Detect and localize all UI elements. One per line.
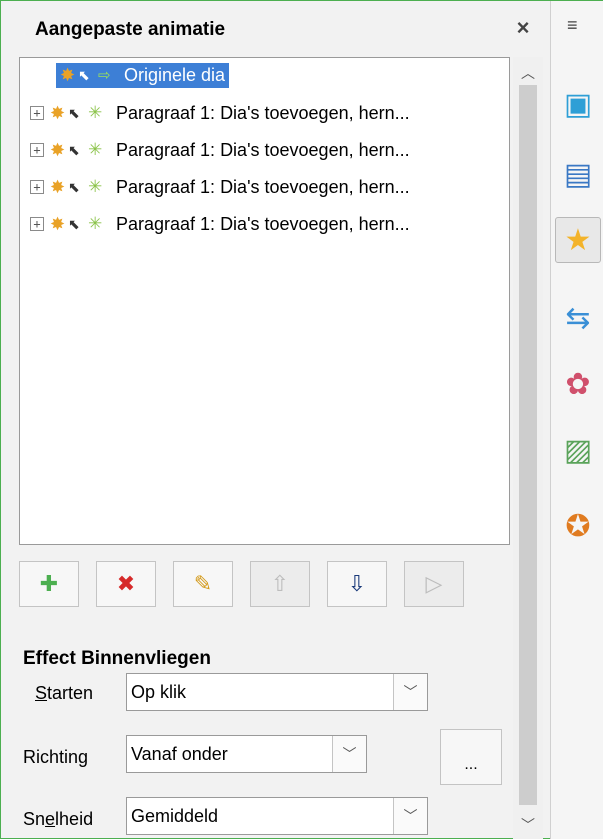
burst-icon: ✳: [88, 103, 103, 122]
list-item-label: Originele dia: [124, 64, 226, 85]
sidebar-item-master-slides[interactable]: ▤: [555, 151, 601, 197]
edit-icon: ✎: [193, 571, 213, 596]
star-icon: ★: [564, 223, 592, 257]
direction-label: Richting: [23, 747, 89, 767]
move-down-button[interactable]: ⇩: [327, 561, 387, 607]
cursor-icon: ⬉: [68, 215, 80, 232]
expand-icon[interactable]: +: [30, 180, 44, 194]
arrow-up-icon: ⇧: [270, 571, 290, 596]
arrow-down-icon: ⇩: [347, 571, 367, 596]
panel-title: Aangepaste animatie: [35, 19, 226, 40]
cursor-icon: ⬉: [68, 104, 80, 121]
slide-arrow-icon: ⇨: [98, 67, 111, 84]
expand-icon[interactable]: +: [30, 106, 44, 120]
transition-icon: ⇆: [565, 301, 591, 335]
burst-icon: ✳: [88, 140, 103, 159]
cursor-icon: ⬉: [68, 141, 80, 158]
plus-icon: ✚: [39, 571, 59, 596]
delete-icon: ✖: [116, 571, 136, 596]
speed-select-value: Gemiddeld: [131, 805, 219, 826]
play-button[interactable]: ▷: [404, 561, 464, 607]
more-options-button[interactable]: ...: [440, 729, 502, 785]
list-item-label: Paragraaf 1: Dia's toevoegen, hern...: [116, 176, 410, 197]
sidebar-item-gallery[interactable]: ▨: [555, 427, 601, 473]
list-item-originele-dia[interactable]: ✸ ⬉ ⇨ Originele dia: [20, 60, 230, 90]
star-icon: ✸: [50, 102, 66, 123]
play-icon: ▷: [425, 571, 443, 596]
list-item-label: Paragraaf 1: Dia's toevoegen, hern...: [116, 139, 410, 160]
sidebar-item-slide-transition[interactable]: ⇆: [555, 295, 601, 341]
cursor-icon: ⬉: [68, 178, 80, 195]
animation-list[interactable]: ✸ ⬉ ⇨ Originele dia + ✸ ⬉ ✳ Paragraaf 1:…: [19, 57, 510, 545]
cube-icon: ▣: [563, 87, 593, 121]
expand-icon[interactable]: +: [30, 143, 44, 157]
start-label: Starten: [35, 683, 94, 703]
selected-row[interactable]: ✸ ⬉ ⇨ Originele dia: [56, 62, 230, 88]
chevron-down-icon[interactable]: ﹀: [393, 674, 427, 710]
chevron-down-icon[interactable]: ﹀: [393, 798, 427, 834]
star-icon: ✸: [50, 176, 66, 197]
scroll-down-icon[interactable]: ﹀: [521, 815, 535, 835]
start-select-value: Op klik: [131, 681, 187, 702]
list-item[interactable]: + ✸ ⬉ ✳ Paragraaf 1: Dia's toevoegen, he…: [20, 98, 410, 128]
scroll-up-icon[interactable]: ︿: [521, 63, 535, 83]
speed-label: Snelheid: [23, 809, 94, 829]
sidebar-item-properties[interactable]: ▣: [555, 81, 601, 127]
panel-scrollbar[interactable]: ︿ ﹀: [513, 57, 543, 839]
cursor-icon: ⬉: [78, 66, 90, 83]
compass-icon: ✪: [565, 509, 591, 543]
sidebar-tab-bar: ≡ ▣ ▤ ★ ⇆ ✿ ▨ ✪: [550, 1, 603, 839]
list-item-label: Paragraaf 1: Dia's toevoegen, hern...: [116, 102, 410, 123]
sidebar-item-custom-animation[interactable]: ★: [555, 217, 601, 263]
edit-effect-button[interactable]: ✎: [173, 561, 233, 607]
effect-section-title: Effect Binnenvliegen: [23, 648, 211, 669]
move-up-button[interactable]: ⇧: [250, 561, 310, 607]
list-item[interactable]: + ✸ ⬉ ✳ Paragraaf 1: Dia's toevoegen, he…: [20, 209, 410, 239]
speed-select[interactable]: Gemiddeld ﹀: [126, 797, 428, 835]
slides-icon: ▤: [563, 157, 593, 191]
menu-icon[interactable]: ≡: [567, 15, 578, 36]
chevron-down-icon[interactable]: ﹀: [332, 736, 366, 772]
list-item-label: Paragraaf 1: Dia's toevoegen, hern...: [116, 213, 410, 234]
direction-select-value: Vanaf onder: [131, 743, 228, 764]
sidebar-item-styles[interactable]: ✿: [555, 361, 601, 407]
list-item[interactable]: + ✸ ⬉ ✳ Paragraaf 1: Dia's toevoegen, he…: [20, 172, 410, 202]
sidebar-item-navigator[interactable]: ✪: [555, 503, 601, 549]
scrollbar-thumb[interactable]: [519, 85, 537, 805]
expand-icon[interactable]: +: [30, 217, 44, 231]
list-item[interactable]: + ✸ ⬉ ✳ Paragraaf 1: Dia's toevoegen, he…: [20, 135, 410, 165]
burst-icon: ✳: [88, 214, 103, 233]
direction-select[interactable]: Vanaf onder ﹀: [126, 735, 367, 773]
star-icon: ✸: [50, 213, 66, 234]
remove-effect-button[interactable]: ✖: [96, 561, 156, 607]
add-effect-button[interactable]: ✚: [19, 561, 79, 607]
star-icon: ✸: [60, 64, 76, 85]
burst-icon: ✳: [88, 177, 103, 196]
gallery-icon: ▨: [563, 433, 593, 467]
close-icon[interactable]: ×: [510, 15, 536, 41]
star-icon: ✸: [50, 139, 66, 160]
start-select[interactable]: Op klik ﹀: [126, 673, 428, 711]
custom-animation-panel: Aangepaste animatie × ✸ ⬉ ⇨ Originele di…: [0, 0, 603, 839]
styles-icon: ✿: [565, 367, 591, 401]
